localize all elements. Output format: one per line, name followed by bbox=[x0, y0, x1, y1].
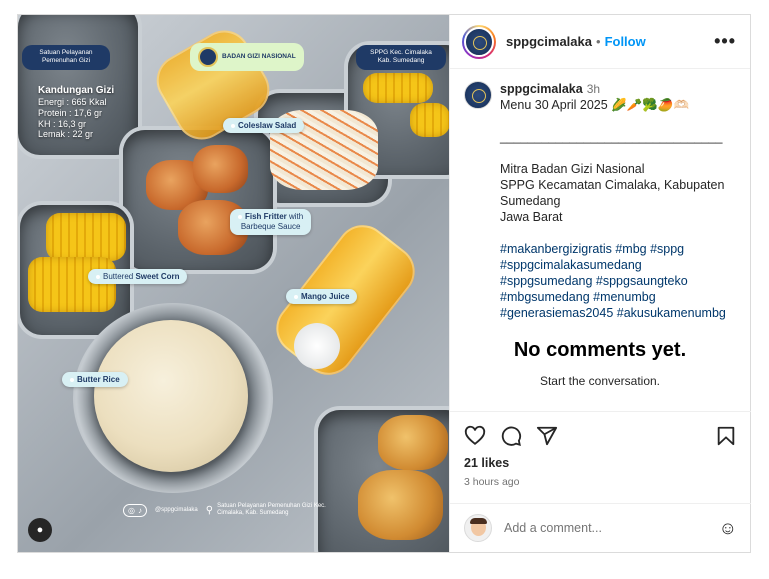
caption-org-line: SPPG Kecamatan Cimalaka, Kabupaten bbox=[500, 178, 725, 192]
comment-input[interactable] bbox=[504, 521, 719, 535]
fish-fritter-2 bbox=[193, 145, 248, 193]
nutrition-energy: Energi : 665 Kkal bbox=[38, 97, 107, 107]
nutrition-info: Kandungan Gizi Energi : 665 Kkal Protein… bbox=[38, 85, 114, 140]
label-dot-icon bbox=[238, 214, 242, 219]
label-butter-rice: Butter Rice bbox=[62, 372, 128, 387]
label-coleslaw-text: Coleslaw Salad bbox=[238, 121, 297, 130]
caption-org-line: Sumedang bbox=[500, 194, 561, 208]
no-comments-title: No comments yet. bbox=[513, 339, 687, 361]
share-icon[interactable] bbox=[536, 425, 558, 447]
heart-icon[interactable] bbox=[464, 425, 486, 447]
social-icons: ◎ ♪ bbox=[123, 503, 147, 517]
caption-hashtags[interactable]: #generasiemas2045 #akusukamenumbg bbox=[500, 305, 726, 321]
corn-2 bbox=[28, 257, 116, 312]
caption-body: sppgcimalaka 3h Menu 30 April 2025 🌽🥕🥦🥭🫶🏻… bbox=[500, 81, 726, 321]
caption-org-line: Jawa Barat bbox=[500, 210, 563, 224]
bottle-cap bbox=[294, 323, 340, 369]
current-user-avatar bbox=[464, 514, 492, 542]
badge-bgn-text: BADAN GIZI NASIONAL bbox=[222, 53, 296, 61]
header-separator: • bbox=[596, 34, 601, 49]
nutrition-title: Kandungan Gizi bbox=[38, 85, 115, 96]
corn-topright bbox=[363, 73, 433, 103]
story-ring[interactable] bbox=[462, 24, 496, 59]
label-juice-text: Mango Juice bbox=[301, 292, 350, 301]
caption-area: sppgcimalaka 3h Menu 30 April 2025 🌽🥕🥦🥭🫶🏻… bbox=[450, 69, 750, 410]
more-options-icon[interactable]: ••• bbox=[714, 31, 736, 52]
caption-username[interactable]: sppgcimalaka bbox=[500, 82, 583, 96]
caption-hashtags[interactable]: #makanbergizigratis #mbg #sppg bbox=[500, 241, 726, 257]
caption-avatar[interactable] bbox=[464, 81, 492, 109]
footer-location: ⚲ Satuan Pelayanan Pemenuhan Gizi Kec. C… bbox=[206, 503, 337, 517]
badge-location: SPPG Kec. Cimalaka Kab. Sumedang bbox=[356, 45, 446, 70]
corn-1 bbox=[46, 213, 126, 261]
caption-hashtags[interactable]: #sppgsumedang #sppgsaungteko bbox=[500, 273, 726, 289]
profile-avatar bbox=[464, 26, 494, 57]
post-side-panel: sppgcimalaka • Follow ••• sppgcimalaka 3h… bbox=[449, 15, 751, 552]
nutrition-fat: Lemak : 22 gr bbox=[38, 129, 94, 140]
label-dot-icon bbox=[294, 294, 298, 299]
empty-comments: No comments yet. Start the conversation. bbox=[464, 339, 736, 388]
post-time[interactable]: 3 hours ago bbox=[464, 476, 737, 488]
caption-row: sppgcimalaka 3h Menu 30 April 2025 🌽🥕🥦🥭🫶🏻… bbox=[464, 81, 736, 321]
image-footer: ◎ ♪ @sppgcimalaka ⚲ Satuan Pelayanan Pem… bbox=[123, 503, 337, 517]
caption-divider: ________________________________ bbox=[500, 130, 723, 144]
label-fish-fritter: Fish Fritter with Barbeque Sauce bbox=[230, 209, 312, 235]
bgn-logo-icon bbox=[198, 47, 218, 67]
label-dot-icon bbox=[231, 123, 235, 128]
instagram-post: Satuan Pelayanan Pemenuhan Gizi BADAN GI… bbox=[17, 14, 751, 553]
corn-topright-2 bbox=[410, 103, 449, 137]
label-corn: Buttered Sweet Corn bbox=[88, 269, 188, 284]
caption-time[interactable]: 3h bbox=[587, 82, 600, 96]
likes-count[interactable]: 21 likes bbox=[464, 456, 737, 470]
label-fish-bold: Fish Fritter bbox=[245, 212, 287, 221]
caption-org-line: Mitra Badan Gizi Nasional bbox=[500, 162, 645, 176]
header-username[interactable]: sppgcimalaka bbox=[506, 34, 592, 49]
label-fish-line2: Barbeque Sauce bbox=[240, 222, 301, 231]
follow-button[interactable]: Follow bbox=[605, 34, 646, 49]
label-corn-a: Buttered bbox=[103, 272, 136, 281]
tiktok-icon: ♪ bbox=[137, 505, 142, 515]
add-comment-bar: ☺ bbox=[450, 503, 751, 552]
person-icon: ● bbox=[36, 524, 44, 536]
post-header: sppgcimalaka • Follow ••• bbox=[450, 15, 750, 69]
location-pin-icon: ⚲ bbox=[205, 504, 214, 516]
bookmark-icon[interactable] bbox=[715, 425, 737, 447]
butter-rice-food bbox=[94, 320, 248, 472]
caption-hashtags[interactable]: #sppgcimalakasumedang bbox=[500, 257, 726, 273]
nutrition-protein: Protein : 17,6 gr bbox=[38, 107, 103, 118]
label-fish-with: with bbox=[286, 212, 304, 221]
badge-bgn: BADAN GIZI NASIONAL bbox=[190, 43, 304, 71]
footer-location-text: Satuan Pelayanan Pemenuhan Gizi Kec. Cim… bbox=[217, 503, 326, 517]
caption-hashtags[interactable]: #mbgsumedang #menumbg bbox=[500, 289, 726, 305]
label-corn-b: Sweet Corn bbox=[135, 272, 180, 281]
emoji-icon[interactable]: ☺ bbox=[719, 518, 737, 539]
no-comments-subtitle: Start the conversation. bbox=[539, 374, 661, 388]
badge-sppg: Satuan Pelayanan Pemenuhan Gizi bbox=[22, 45, 110, 70]
fried-snack-1 bbox=[378, 415, 448, 470]
post-image[interactable]: Satuan Pelayanan Pemenuhan Gizi BADAN GI… bbox=[18, 15, 449, 552]
nutrition-carbs: KH : 16,3 gr bbox=[38, 118, 87, 129]
action-icons bbox=[464, 424, 737, 448]
fried-snack-2 bbox=[358, 470, 443, 540]
label-dot-icon bbox=[70, 377, 74, 382]
label-coleslaw: Coleslaw Salad bbox=[223, 118, 305, 133]
instagram-icon: ◎ bbox=[128, 505, 135, 515]
tagged-users-button[interactable]: ● bbox=[28, 518, 52, 542]
label-rice-text: Butter Rice bbox=[77, 375, 120, 384]
caption-title: Menu 30 April 2025 🌽🥕🥦🥭🫶🏻 bbox=[500, 98, 690, 112]
action-bar: 21 likes 3 hours ago bbox=[450, 411, 751, 488]
comment-icon[interactable] bbox=[500, 425, 522, 447]
label-mango-juice: Mango Juice bbox=[286, 289, 358, 304]
footer-handle: @sppgcimalaka bbox=[154, 507, 198, 514]
label-dot-icon bbox=[96, 274, 100, 279]
